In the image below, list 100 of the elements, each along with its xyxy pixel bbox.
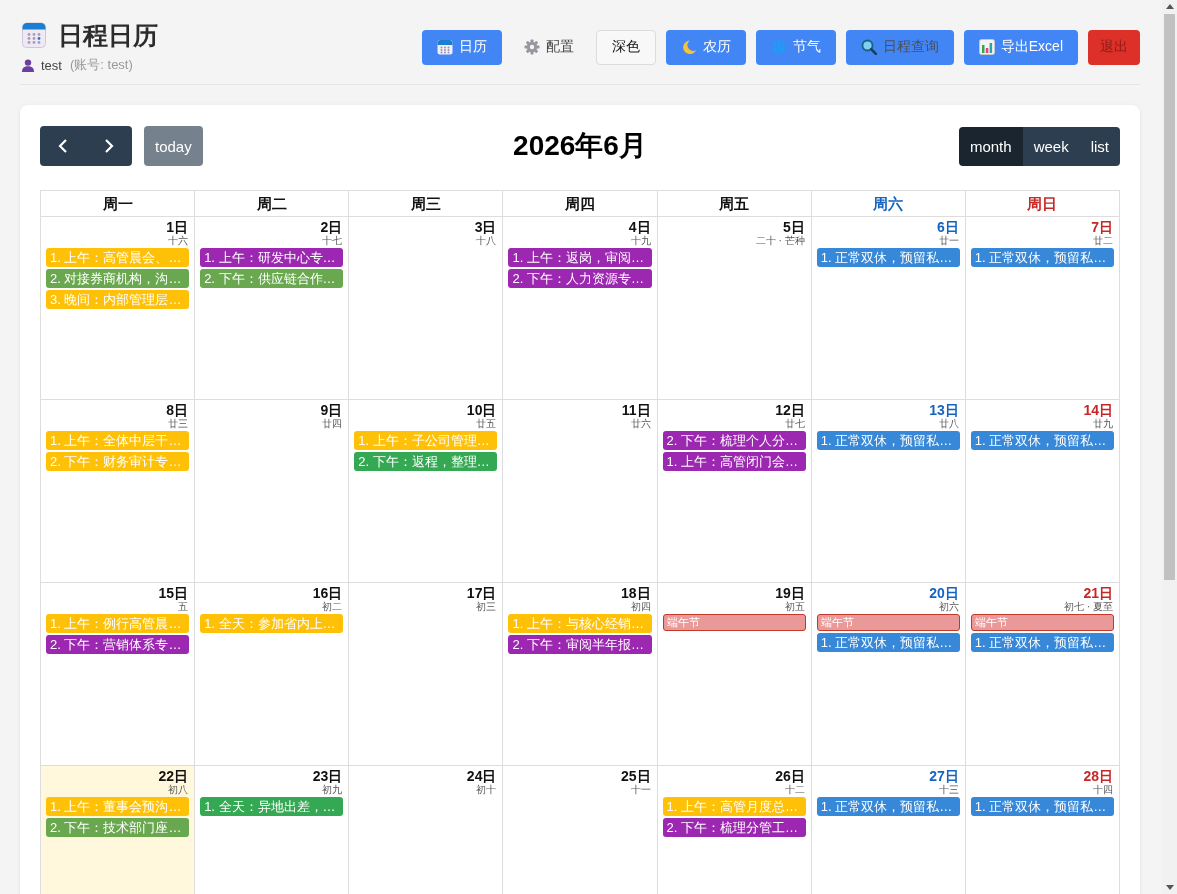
event-bar[interactable]: 1. 上午：返岗，审阅… [508, 248, 652, 267]
event-bar[interactable]: 2. 下午：营销体系专… [46, 635, 190, 654]
day-cell[interactable]: 6日 廿一 1. 正常双休，预留私… [811, 217, 966, 400]
day-cell[interactable]: 7日 廿二 1. 正常双休，预留私… [965, 217, 1120, 400]
day-cell[interactable]: 20日 初六 端午节 1. 正常双休，预留私… [811, 583, 966, 766]
header-button[interactable]: 农历 [665, 29, 746, 65]
lunar-date: 十二 [784, 784, 805, 795]
day-cell[interactable]: 18日 初四 1. 上午：与核心经销… 2. 下午：审阅半年报… [503, 583, 658, 766]
day-number: 4日 [628, 220, 651, 235]
day-number: 25日 [621, 769, 651, 784]
snowflake-icon [770, 39, 787, 55]
lunar-date: 初九 [322, 784, 343, 795]
day-number: 12日 [775, 403, 805, 418]
event-bar[interactable]: 1. 正常双休，预留私… [816, 633, 960, 652]
day-cell[interactable]: 11日 廿六 [503, 400, 658, 583]
lunar-date: 十六 [168, 235, 189, 246]
lunar-date: 初十 [476, 784, 497, 795]
day-number: 9日 [320, 403, 343, 418]
day-cell[interactable]: 9日 廿四 [195, 400, 350, 583]
day-number: 2日 [320, 220, 343, 235]
event-bar[interactable]: 1. 正常双休，预留私… [816, 797, 960, 816]
app-title: 日程日历 [58, 20, 158, 50]
arrow-up-icon[interactable] [1165, 4, 1174, 9]
header-button[interactable]: 深色 [595, 29, 656, 65]
lunar-date: 廿八 [938, 418, 959, 429]
event-bar[interactable]: 2. 下午：审阅半年报… [508, 635, 652, 654]
day-cell[interactable]: 17日 初三 [349, 583, 504, 766]
day-number: 24日 [466, 769, 497, 784]
view-tab[interactable]: week [1022, 126, 1080, 166]
day-number: 18日 [621, 586, 651, 601]
day-number: 19日 [775, 586, 805, 601]
event-bar[interactable]: 1. 正常双休，预留私… [816, 248, 960, 267]
day-cell[interactable]: 15日 五 1. 上午：例行高管晨… 2. 下午：营销体系专… [41, 583, 196, 766]
day-number: 16日 [312, 586, 343, 601]
day-number: 5日 [782, 220, 805, 235]
day-cell[interactable]: 19日 初五 端午节 [657, 583, 812, 766]
calendar-icon [436, 39, 453, 55]
day-number: 13日 [929, 403, 959, 418]
day-cell[interactable]: 14日 廿九 1. 正常双休，预留私… [965, 400, 1120, 583]
event-bar[interactable]: 1. 上午：研发中心专… [200, 248, 344, 267]
event-bar[interactable]: 1. 上午：高管闭门会… [662, 452, 806, 471]
day-cell[interactable]: 12日 廿七 2. 下午：梳理个人分… 1. 上午：高管闭门会… [657, 400, 812, 583]
day-number: 23日 [312, 769, 343, 784]
account-label: (账号: test) [69, 56, 133, 74]
event-bar[interactable]: 2. 下午：人力资源专… [508, 269, 652, 288]
day-number: 26日 [775, 769, 805, 784]
gear-icon [523, 39, 540, 55]
day-cell[interactable]: 3日 十八 [349, 217, 504, 400]
arrow-down-icon[interactable] [1165, 885, 1174, 890]
day-number: 6日 [937, 220, 959, 235]
lunar-date: 初三 [476, 601, 497, 612]
day-cell[interactable]: 4日 十九 1. 上午：返岗，审阅… 2. 下午：人力资源专… [503, 217, 658, 400]
day-cell[interactable]: 21日 初七 · 夏至 端午节 1. 正常双休，预留私… [965, 583, 1120, 766]
lunar-date: 初八 [168, 784, 189, 795]
event-bar[interactable]: 1. 正常双休，预留私… [816, 431, 960, 450]
event-bar[interactable]: 2. 下午：梳理个人分… [662, 431, 806, 450]
day-number: 22日 [158, 769, 189, 784]
header-button[interactable]: 日历 [421, 29, 502, 65]
search-icon [860, 39, 877, 55]
lunar-date: 廿五 [476, 418, 497, 429]
view-tab[interactable]: month [958, 126, 1023, 166]
day-number: 27日 [929, 769, 959, 784]
lunar-date: 廿九 [1093, 418, 1113, 429]
moon-icon [680, 39, 697, 55]
lunar-date: 初二 [322, 601, 343, 612]
day-number: 8日 [166, 403, 189, 418]
day-number: 21日 [1083, 586, 1113, 601]
lunar-date: 十九 [630, 235, 651, 246]
lunar-date: 廿二 [1093, 235, 1113, 246]
event-bar[interactable]: 1. 正常双休，预留私… [970, 797, 1114, 816]
previous-button[interactable] [40, 126, 86, 166]
day-number: 7日 [1091, 220, 1113, 235]
event-bar[interactable]: 1. 正常双休，预留私… [970, 431, 1114, 450]
header-button[interactable]: 节气 [755, 29, 836, 65]
day-number: 17日 [466, 586, 497, 601]
lunar-date: 二十 · 芒种 [755, 235, 805, 246]
event-bar[interactable]: 1. 正常双休，预留私… [970, 248, 1114, 267]
view-tab[interactable]: list [1079, 126, 1120, 166]
day-cell[interactable]: 5日 二十 · 芒种 [657, 217, 812, 400]
day-number: 10日 [466, 403, 497, 418]
lunar-date: 廿一 [938, 235, 959, 246]
day-cell[interactable]: 13日 廿八 1. 正常双休，预留私… [811, 400, 966, 583]
day-number: 14日 [1083, 403, 1113, 418]
lunar-date: 廿四 [322, 418, 343, 429]
lunar-date: 十一 [630, 784, 651, 795]
chevron-left-icon [58, 138, 68, 154]
event-bar[interactable]: 1. 正常双休，预留私… [970, 633, 1114, 652]
day-number: 3日 [474, 220, 497, 235]
bar-chart-icon [978, 39, 995, 55]
lunar-date: 十四 [1093, 784, 1113, 795]
next-button[interactable] [86, 126, 132, 166]
lunar-date: 廿三 [168, 418, 189, 429]
day-cell[interactable]: 16日 初二 1. 全天：参加省内上… [195, 583, 350, 766]
scrollbar-thumb[interactable] [1164, 14, 1175, 580]
chevron-right-icon [104, 138, 114, 154]
header-button[interactable]: 配置 [511, 29, 586, 65]
event-bar[interactable]: 2. 下午：梳理分管工… [662, 818, 806, 837]
lunar-date: 初五 [784, 601, 805, 612]
header-button[interactable]: 导出Excel [963, 29, 1078, 65]
day-cell[interactable]: 2日 十七 1. 上午：研发中心专… 2. 下午：供应链合作… [195, 217, 350, 400]
